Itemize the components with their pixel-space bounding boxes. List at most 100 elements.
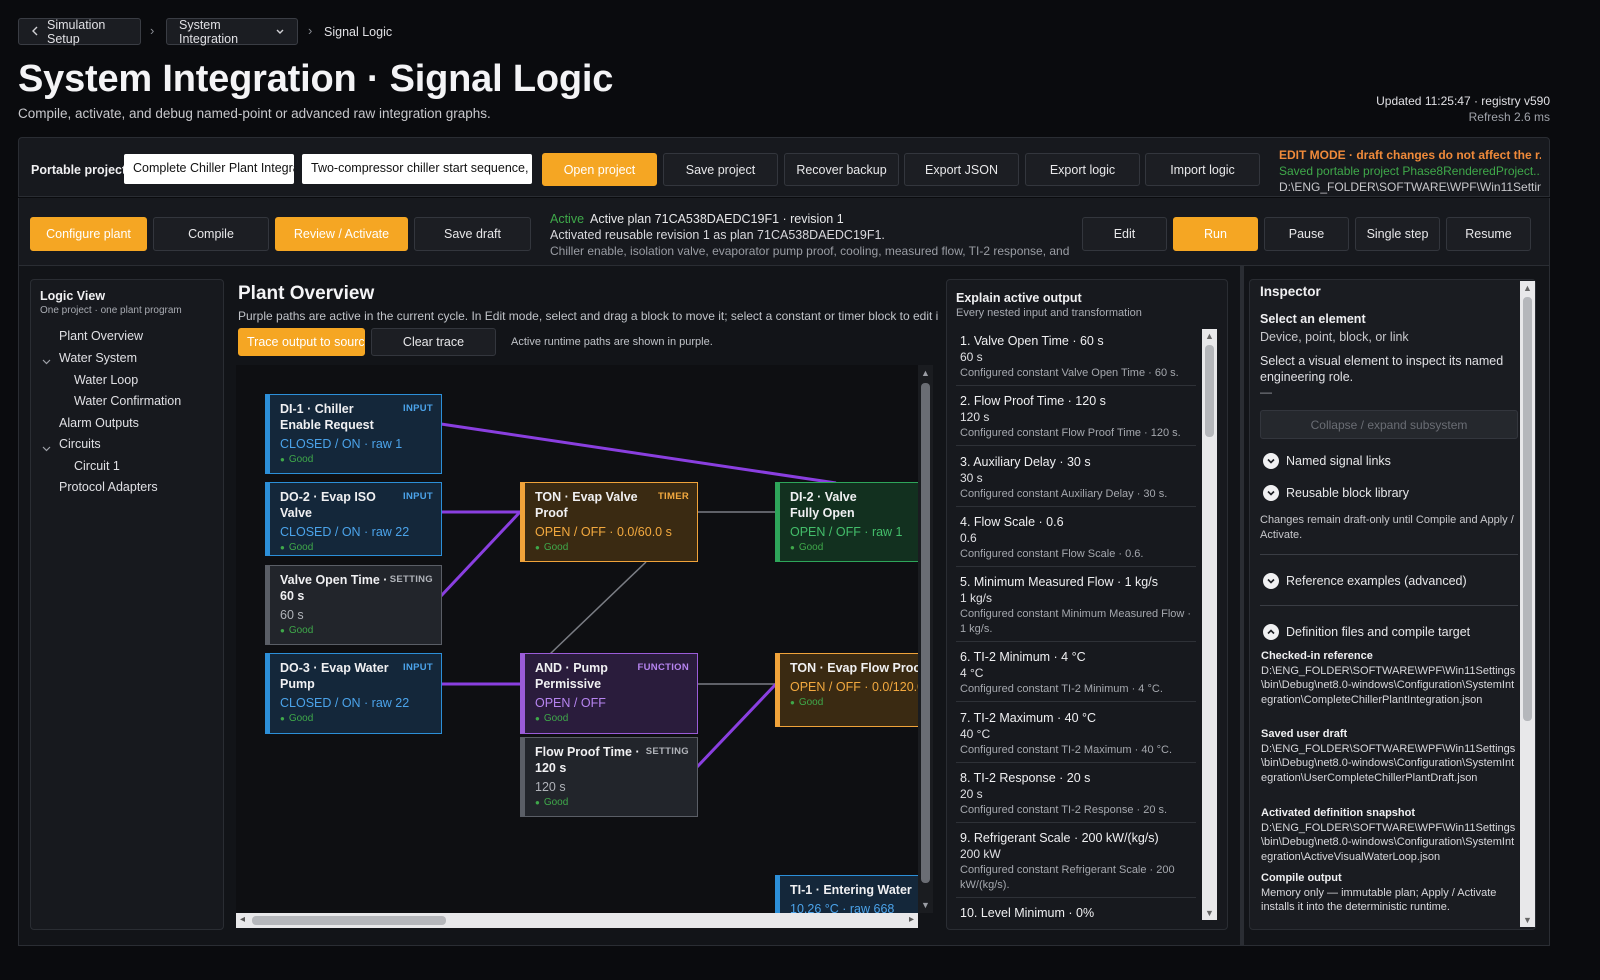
compile-button[interactable]: Compile <box>153 217 269 251</box>
reference-examples-toggle[interactable]: Reference examples (advanced) <box>1263 573 1467 589</box>
chevron-left-icon[interactable]: ◂ <box>240 914 245 925</box>
resume-button[interactable]: Resume <box>1446 217 1531 251</box>
collapse-expand-button[interactable]: Collapse / expand subsystem <box>1260 410 1518 439</box>
tree-item-plant-overview[interactable]: Plant Overview <box>59 329 143 343</box>
inspector-scrollbar[interactable]: ▲ ▼ <box>1520 281 1535 927</box>
block-value: 120 s <box>535 780 566 794</box>
block-ton-evap-valve-proof[interactable]: TON · Evap Valve Proof TIMER OPEN / OFF … <box>520 482 698 562</box>
back-button[interactable]: Simulation Setup <box>18 18 141 46</box>
project-desc-input[interactable]: Two-compressor chiller start sequence, m <box>302 154 532 184</box>
chevron-down-icon[interactable] <box>42 354 51 368</box>
logic-canvas[interactable]: DI-1 · Chiller Enable Request INPUT CLOS… <box>236 365 918 913</box>
chevron-down-icon <box>275 25 285 39</box>
block-value: CLOSED / ON · raw 22 <box>280 525 410 539</box>
block-di2-valve-fully-open[interactable]: DI-2 · Valve Fully Open OU OPEN / OFF · … <box>775 482 918 562</box>
chevron-up-icon[interactable]: ▲ <box>921 368 930 378</box>
block-flow-proof-time[interactable]: Flow Proof Time · 120 s SETTING 120 s Go… <box>520 737 698 817</box>
chevron-down-icon[interactable]: ▼ <box>1523 915 1532 925</box>
review-activate-button[interactable]: Review / Activate <box>275 217 408 251</box>
block-do3-evap-water-pump[interactable]: DO-3 · Evap Water Pump INPUT CLOSED / ON… <box>265 653 442 734</box>
list-item[interactable]: 3. Auxiliary Delay · 30 s 30 s Configured … <box>956 455 1196 507</box>
tree-item-water-confirmation[interactable]: Water Confirmation <box>74 394 181 408</box>
list-item[interactable]: 5. Minimum Measured Flow · 1 kg/s 1 kg/s C… <box>956 575 1196 642</box>
canvas-horizontal-scrollbar[interactable]: ◂ ▸ <box>236 913 918 928</box>
list-item[interactable]: 8. TI-2 Response · 20 s 20 s Configured co… <box>956 771 1196 823</box>
save-project-button[interactable]: Save project <box>663 153 778 186</box>
export-json-button[interactable]: Export JSON <box>904 153 1019 186</box>
inspector-divider <box>1240 266 1244 946</box>
block-library-toggle[interactable]: Reusable block library <box>1263 485 1409 501</box>
block-tag: SETTING <box>645 746 689 757</box>
canvas-vertical-scrollbar[interactable]: ▲ ▼ <box>918 365 933 913</box>
saved-draft-label: Saved user draft <box>1261 728 1348 740</box>
scroll-thumb[interactable] <box>921 383 930 883</box>
block-title: TI-1 · Entering Water <box>790 883 912 897</box>
list-item[interactable]: 9. Refrigerant Scale · 200 kW/(kg/s) 200 … <box>956 831 1196 898</box>
pause-button[interactable]: Pause <box>1264 217 1349 251</box>
tree-item-alarm-outputs[interactable]: Alarm Outputs <box>59 416 139 430</box>
configure-plant-button[interactable]: Configure plant <box>30 217 147 251</box>
open-project-button[interactable]: Open project <box>542 153 657 186</box>
chevron-right-icon: › <box>308 23 313 38</box>
block-quality: Good <box>280 713 432 724</box>
block-value: CLOSED / ON · raw 1 <box>280 437 403 451</box>
trace-output-button[interactable]: Trace output to sourc <box>238 328 365 356</box>
block-quality: Good <box>790 697 918 708</box>
project-name-input[interactable]: Complete Chiller Plant Integra <box>124 154 294 184</box>
export-logic-button[interactable]: Export logic <box>1025 153 1140 186</box>
project-label: Portable project <box>31 163 127 177</box>
link-ton1-and1 <box>549 561 647 655</box>
definition-files-toggle[interactable]: Definition files and compile target <box>1263 624 1470 640</box>
block-and-pump-permissive[interactable]: AND · Pump Permissive FUNCTION OPEN / OF… <box>520 653 698 734</box>
chevron-up-icon[interactable]: ▲ <box>1205 331 1214 341</box>
block-quality: Good <box>280 542 432 553</box>
chevron-right-icon: › <box>150 23 155 38</box>
block-tag: SETTING <box>389 574 433 585</box>
chevron-down-icon[interactable]: ▼ <box>1205 908 1214 918</box>
block-di1-chiller-enable[interactable]: DI-1 · Chiller Enable Request INPUT CLOS… <box>265 394 442 474</box>
block-do2-evap-iso-valve[interactable]: DO-2 · Evap ISO Valve INPUT CLOSED / ON … <box>265 482 442 556</box>
status-line-1: Active Active plan 71CA538DAEDC19F1 · rev… <box>550 212 844 226</box>
compile-output: Compile output Memory only — immutable p… <box>1261 871 1517 915</box>
scroll-thumb[interactable] <box>1523 297 1532 721</box>
list-item[interactable]: 1. Valve Open Time · 60 s 60 s Configured … <box>956 334 1196 386</box>
scroll-thumb[interactable] <box>1205 345 1214 437</box>
list-item[interactable]: 2. Flow Proof Time · 120 s 120 s Configure… <box>956 394 1196 446</box>
list-item[interactable]: 10. Level Minimum · 0% <box>956 906 1196 924</box>
explain-subtitle: Every nested input and transformation <box>956 307 1142 319</box>
run-button[interactable]: Run <box>1173 217 1258 251</box>
section-dropdown[interactable]: System Integration <box>166 17 298 46</box>
explain-scrollbar[interactable]: ▲ ▼ <box>1202 329 1217 920</box>
list-item[interactable]: 7. TI-2 Maximum · 40 °C 40 °C Configured c… <box>956 711 1196 763</box>
chevron-right-icon[interactable]: ▸ <box>909 914 914 925</box>
named-signal-links-toggle[interactable]: Named signal links <box>1263 453 1391 469</box>
block-value: 10.26 °C · raw 668 <box>790 902 895 913</box>
tree-item-circuits[interactable]: Circuits <box>59 437 101 451</box>
section-label: System Integration <box>179 17 239 46</box>
chevron-down-icon[interactable]: ▼ <box>921 900 930 910</box>
scroll-thumb[interactable] <box>252 916 446 925</box>
chevron-down-icon[interactable] <box>42 441 51 455</box>
chevron-up-icon[interactable]: ▲ <box>1523 283 1532 293</box>
chevron-up-icon <box>1263 624 1279 640</box>
tree-item-circuit-1[interactable]: Circuit 1 <box>74 459 120 473</box>
edit-button[interactable]: Edit <box>1082 217 1167 251</box>
recover-backup-button[interactable]: Recover backup <box>784 153 899 186</box>
tree-item-water-loop[interactable]: Water Loop <box>74 373 138 387</box>
single-step-button[interactable]: Single step <box>1355 217 1440 251</box>
list-item[interactable]: 6. TI-2 Minimum · 4 °C 4 °C Configured con… <box>956 650 1196 702</box>
block-ti1-entering-water[interactable]: TI-1 · Entering Water 10.26 °C · raw 668 <box>775 875 918 913</box>
tree-item-protocol-adapters[interactable]: Protocol Adapters <box>59 480 158 494</box>
clear-trace-button[interactable]: Clear trace <box>371 328 496 356</box>
chevron-down-icon <box>1263 485 1279 501</box>
block-valve-open-time[interactable]: Valve Open Time · 60 s SETTING 60 s Good <box>265 565 442 645</box>
list-item[interactable]: 4. Flow Scale · 0.6 0.6 Configured constan… <box>956 515 1196 567</box>
select-element-title: Select an element <box>1260 312 1366 326</box>
block-ton-evap-flow-proof[interactable]: TON · Evap Flow Proof T OPEN / OFF · 0.0… <box>775 653 918 727</box>
tree-item-water-system[interactable]: Water System <box>59 351 137 365</box>
dash-placeholder: — <box>1260 385 1272 399</box>
compile-output-label: Compile output <box>1261 872 1342 884</box>
save-draft-button[interactable]: Save draft <box>414 217 531 251</box>
import-logic-button[interactable]: Import logic <box>1145 153 1260 186</box>
block-title: DI-2 · Valve Fully Open <box>790 490 857 520</box>
